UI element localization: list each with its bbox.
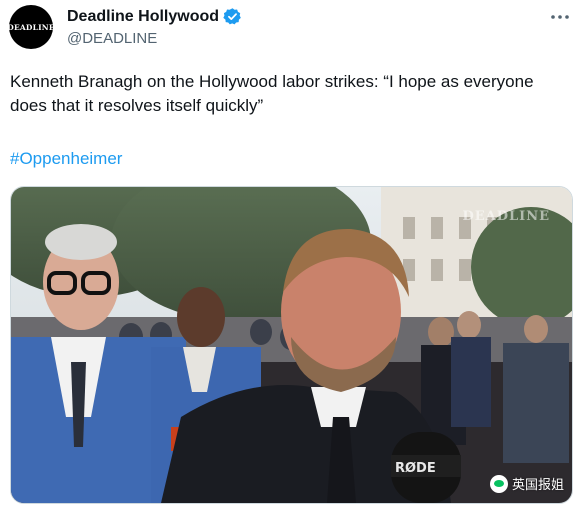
more-horizontal-icon[interactable] (549, 6, 571, 28)
microphone-brand-label: RØDE (395, 461, 436, 476)
author-name-row[interactable]: Deadline Hollywood (67, 7, 242, 26)
tweet-text: Kenneth Branagh on the Hollywood labor s… (10, 72, 534, 115)
source-watermark: 英国报姐 (489, 474, 564, 493)
wechat-icon (489, 474, 508, 493)
avatar[interactable]: DEADLINE (7, 5, 55, 49)
tweet-card: DEADLINE Deadline Hollywood @DEADLINE Ke… (0, 0, 583, 512)
author-display-name[interactable]: Deadline Hollywood (67, 8, 219, 26)
tweet-media-image[interactable]: DEADLINE RØDE 英国报姐 (10, 186, 573, 504)
media-scene (11, 187, 572, 503)
author-handle[interactable]: @DEADLINE (67, 30, 157, 47)
avatar-logo-text: DEADLINE (7, 22, 55, 32)
deadline-watermark: DEADLINE (462, 209, 550, 224)
source-watermark-text: 英国报姐 (511, 477, 564, 492)
verified-badge-icon (223, 7, 242, 26)
hashtag-link[interactable]: #Oppenheimer (10, 148, 122, 170)
